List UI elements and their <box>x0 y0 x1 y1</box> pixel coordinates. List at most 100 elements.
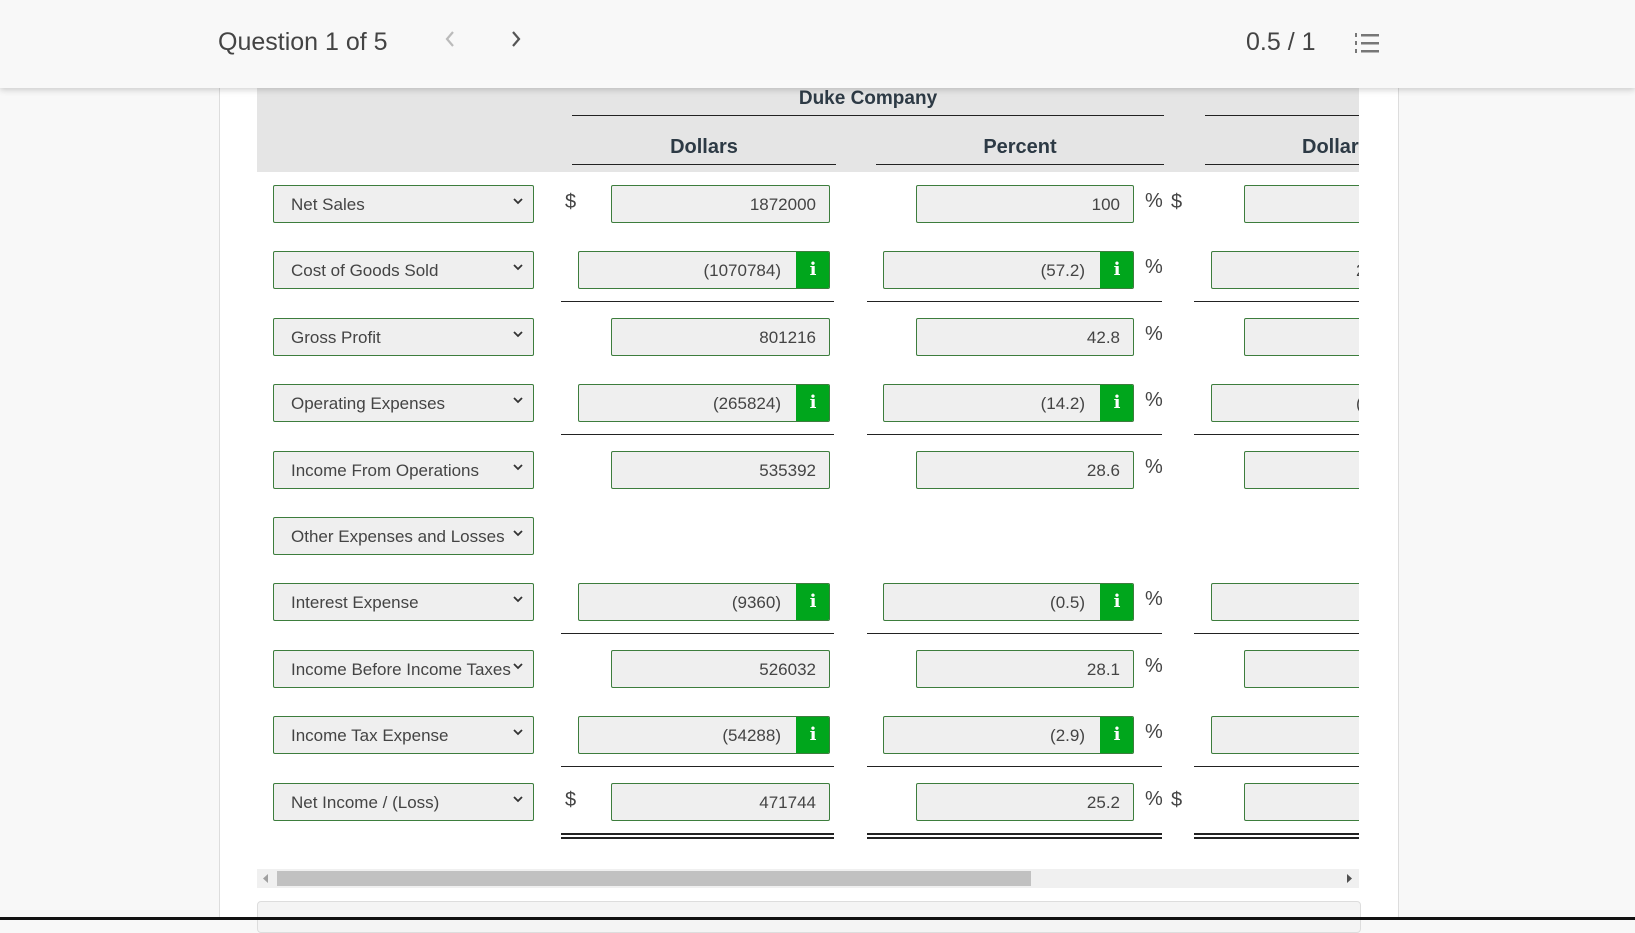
subtotal-underline <box>867 434 1162 436</box>
dollars-input-2[interactable] <box>1244 185 1359 223</box>
percent-input[interactable]: 28.1 <box>916 649 1134 688</box>
scrollbar-thumb[interactable] <box>277 871 1031 886</box>
chevron-down-icon <box>513 397 523 404</box>
percent-input[interactable]: (57.2) i <box>883 251 1134 290</box>
row-label-select[interactable]: Income From Operations <box>273 450 534 489</box>
chevron-down-icon <box>513 331 523 338</box>
currency-symbol: $ <box>565 788 577 811</box>
percent-symbol: % <box>1145 721 1163 744</box>
row-label-select[interactable]: Income Tax Expense <box>273 716 534 755</box>
dollars-input-2[interactable]: 2 <box>1211 251 1359 290</box>
dollars-input-2[interactable] <box>1244 649 1359 688</box>
subtotal-underline <box>1194 301 1359 303</box>
row-label-select[interactable]: Other Expenses and Losses <box>273 517 534 555</box>
scroll-right-icon[interactable] <box>1347 874 1353 883</box>
dollars-input[interactable]: (265824) i <box>578 384 830 423</box>
row-label-select[interactable]: Income Before Income Taxes <box>273 649 534 688</box>
percent-input[interactable]: 25.2 <box>916 782 1134 821</box>
percent-input[interactable]: (2.9) i <box>883 716 1134 755</box>
dollars-value: 526032 <box>759 659 816 679</box>
dollars-value: (9360) <box>731 593 781 613</box>
dollars-input-2[interactable] <box>1211 716 1359 755</box>
dollars-input[interactable]: 471744 <box>611 782 830 821</box>
column-header-dollars-2: Dollar <box>1302 136 1359 158</box>
info-button[interactable]: i <box>1100 717 1133 754</box>
percent-value: 25.2 <box>1086 792 1120 812</box>
row-label-select[interactable]: Interest Expense <box>273 583 534 622</box>
subtotal-underline <box>867 301 1162 303</box>
info-button[interactable]: i <box>796 252 829 289</box>
header-underline <box>876 164 1164 165</box>
dollars-input[interactable]: (9360) i <box>578 583 830 622</box>
chevron-down-icon <box>513 264 523 271</box>
row-label-text: Net Sales <box>291 195 365 214</box>
info-button[interactable]: i <box>1100 252 1133 289</box>
row-label-select[interactable]: Net Sales <box>273 185 534 223</box>
dollars-2-value: ( <box>1356 394 1359 414</box>
chevron-down-icon <box>513 663 523 670</box>
header-underline <box>572 164 836 165</box>
info-button[interactable]: i <box>796 385 829 422</box>
percent-input[interactable]: 28.6 <box>916 450 1134 489</box>
chevron-right-icon <box>512 31 521 47</box>
dollars-input-2[interactable] <box>1244 782 1359 821</box>
percent-input[interactable]: (0.5) i <box>883 583 1134 622</box>
row-label-text: Net Income / (Loss) <box>291 792 440 812</box>
percent-input[interactable]: 42.8 <box>916 317 1134 356</box>
prev-question-button[interactable] <box>443 26 457 57</box>
chevron-down-icon <box>513 795 523 802</box>
percent-symbol: % <box>1145 389 1163 412</box>
info-button[interactable]: i <box>1100 385 1133 422</box>
dollars-input-2[interactable] <box>1211 583 1359 622</box>
column-header-percent: Percent <box>983 136 1057 158</box>
income-statement-table: Duke Company Dollars Percent Dollar Net … <box>257 88 1359 848</box>
dollars-input[interactable]: 801216 <box>611 317 830 356</box>
chevron-down-icon <box>513 463 523 470</box>
percent-value: 42.8 <box>1086 327 1120 347</box>
row-label-select[interactable]: Operating Expenses <box>273 384 534 423</box>
row-label-text: Income Tax Expense <box>291 726 449 746</box>
percent-value: (57.2) <box>1040 261 1085 281</box>
row-label-text: Operating Expenses <box>291 394 446 414</box>
row-label-select[interactable]: Cost of Goods Sold <box>273 251 534 290</box>
subtotal-underline <box>561 633 834 635</box>
header-divider <box>1205 115 1359 116</box>
info-button[interactable]: i <box>796 717 829 754</box>
percent-value: 28.1 <box>1086 659 1120 679</box>
info-button[interactable]: i <box>796 584 829 621</box>
percent-value: (0.5) <box>1050 593 1085 613</box>
dollars-input[interactable]: 535392 <box>611 450 830 489</box>
dollars-value: 535392 <box>759 460 816 480</box>
percent-value: 100 <box>1091 195 1120 214</box>
dollars-input[interactable]: (1070784) i <box>578 251 830 290</box>
info-button[interactable]: i <box>1100 584 1133 621</box>
dollars-input[interactable]: (54288) i <box>578 716 830 755</box>
scroll-left-icon[interactable] <box>263 874 269 883</box>
row-label-select[interactable]: Gross Profit <box>273 317 534 356</box>
currency-symbol: $ <box>1171 191 1183 213</box>
question-list-button[interactable] <box>1355 33 1381 53</box>
dollars-value: 471744 <box>759 792 816 812</box>
dollars-input-2[interactable] <box>1244 317 1359 356</box>
header-underline <box>1205 164 1359 165</box>
chevron-down-icon <box>513 530 523 537</box>
percent-symbol: % <box>1145 190 1163 212</box>
chevron-down-icon <box>513 729 523 736</box>
chevron-down-icon <box>513 596 523 603</box>
dollars-input[interactable]: 526032 <box>611 649 830 688</box>
next-question-button[interactable] <box>509 26 523 57</box>
dollars-input-2[interactable] <box>1244 450 1359 489</box>
row-label-text: Income Before Income Taxes <box>291 659 511 679</box>
dollars-value: (265824) <box>712 394 781 414</box>
dollars-input[interactable]: 1872000 <box>611 185 830 223</box>
dollars-input-2[interactable]: ( <box>1211 384 1359 423</box>
column-header-dollars: Dollars <box>670 136 738 158</box>
percent-input[interactable]: (14.2) i <box>883 384 1134 423</box>
company-name: Duke Company <box>798 88 938 109</box>
row-label-text: Interest Expense <box>291 593 419 613</box>
row-label-select[interactable]: Net Income / (Loss) <box>273 782 534 821</box>
percent-input[interactable]: 100 <box>916 185 1134 223</box>
percent-symbol: % <box>1145 654 1163 677</box>
percent-symbol: % <box>1145 588 1163 611</box>
horizontal-scrollbar[interactable] <box>257 869 1359 888</box>
